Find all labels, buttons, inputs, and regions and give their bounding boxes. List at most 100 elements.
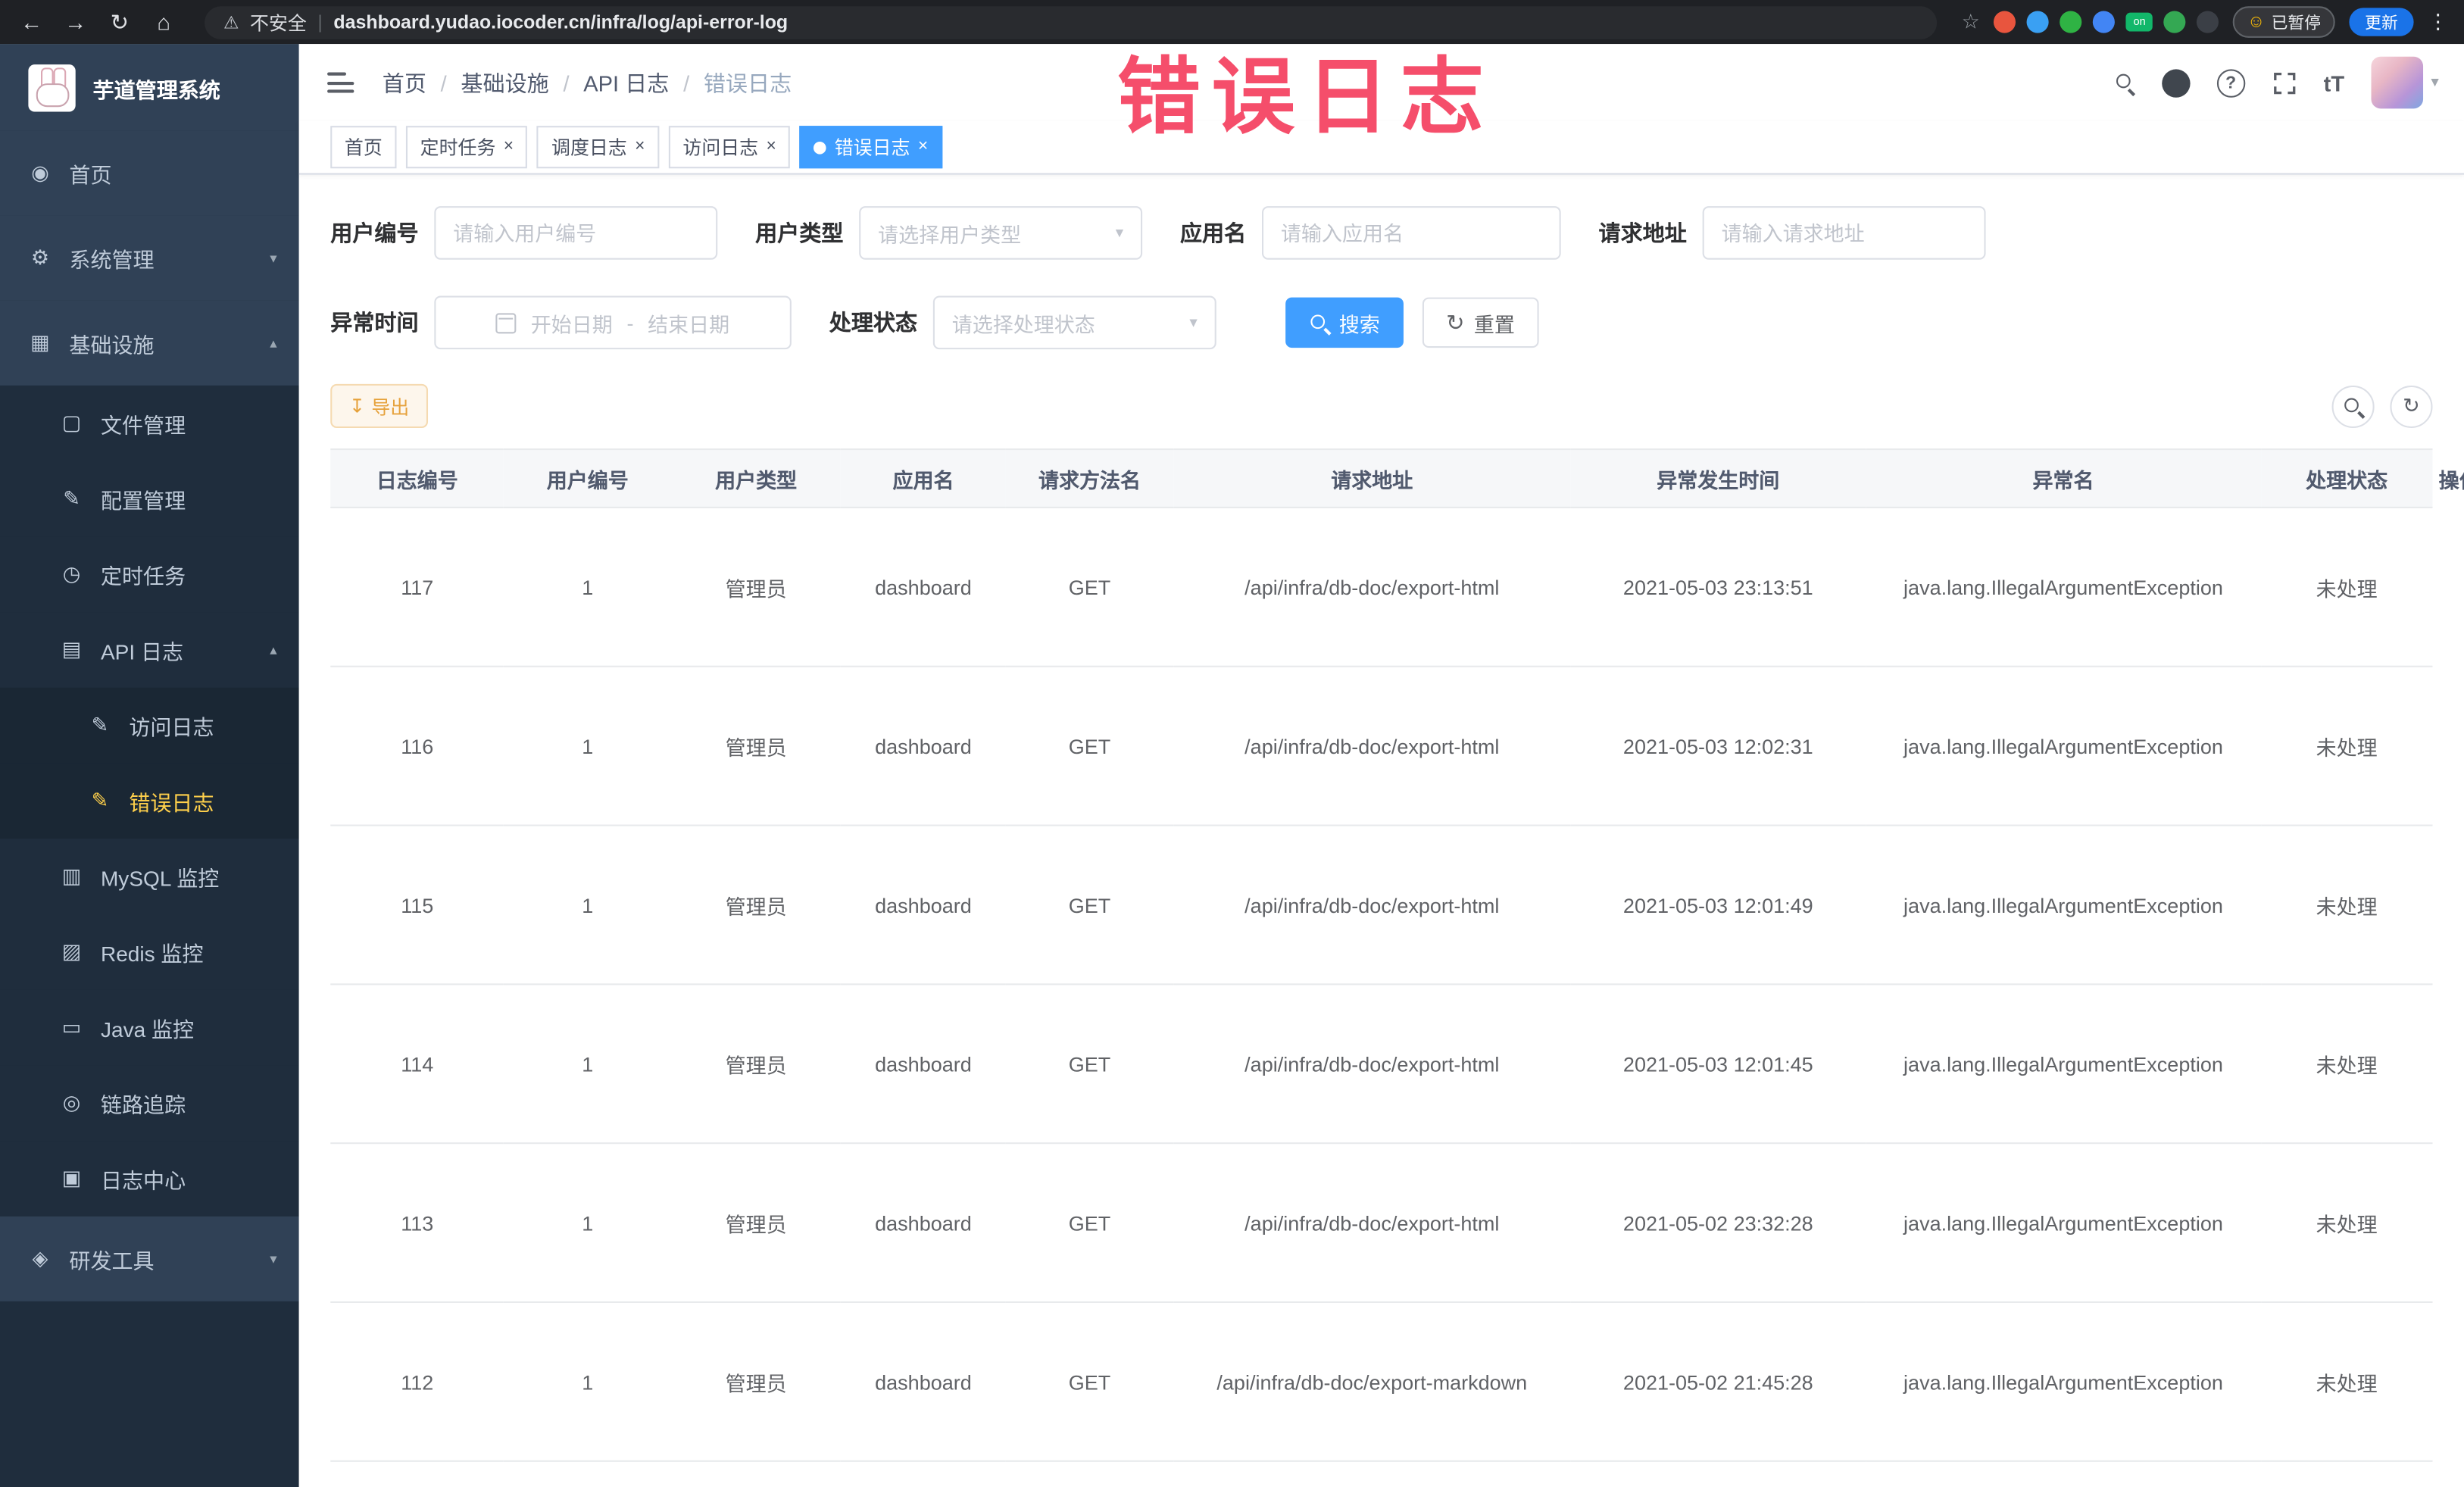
- extension-icon-6[interactable]: [2163, 11, 2186, 33]
- sidebar-item-mysql[interactable]: ▥ MySQL 监控: [0, 839, 299, 914]
- app-name-input-field[interactable]: [1280, 220, 1542, 245]
- user-avatar[interactable]: ▾: [2371, 56, 2439, 109]
- user-type-select[interactable]: 请选择用户类型 ▾: [859, 206, 1143, 260]
- extension-icon-2[interactable]: [2027, 11, 2050, 33]
- bookmark-star-icon[interactable]: ☆: [1962, 9, 1980, 34]
- tab-label: 错误日志: [834, 136, 910, 159]
- cell-user_id: 1: [504, 1143, 672, 1304]
- cell-log_id: 112: [330, 1301, 504, 1462]
- sidebar-item-job[interactable]: ◷ 定时任务: [0, 536, 299, 613]
- process-status-select[interactable]: 请选择处理状态 ▾: [932, 295, 1216, 350]
- chevron-down-icon: ▾: [1189, 314, 1198, 332]
- process-status-placeholder: 请选择处理状态: [951, 312, 1095, 336]
- hamburger-icon[interactable]: [324, 66, 358, 99]
- extension-icon-4[interactable]: [2093, 11, 2116, 33]
- request-url-input-field[interactable]: [1721, 220, 1967, 245]
- exception-time-range-picker[interactable]: 开始日期 - 结束日期: [434, 295, 792, 350]
- browser-menu-icon[interactable]: ⋮: [2428, 9, 2448, 34]
- github-icon[interactable]: [2161, 68, 2191, 97]
- refresh-table-button[interactable]: ↻: [2390, 384, 2433, 427]
- help-icon[interactable]: ?: [2216, 68, 2245, 97]
- close-icon[interactable]: ×: [767, 138, 776, 156]
- page-content: 用户编号 用户类型 请选择用户类型 ▾ 应用名: [299, 175, 2464, 1487]
- table-row: 114 1 管理员 dashboard GET/api/infra/db-doc/exp…: [330, 984, 2433, 1145]
- extension-icon-7[interactable]: [2197, 11, 2219, 33]
- api-log-icon: ▤: [61, 637, 82, 661]
- sidebar-item-redis[interactable]: ▨ Redis 监控: [0, 914, 299, 990]
- cell-log_id: 114: [330, 984, 504, 1145]
- user-id-input-field[interactable]: [453, 220, 699, 245]
- sidebar-item-config[interactable]: ✎ 配置管理: [0, 461, 299, 537]
- sidebar-item-file[interactable]: ▢ 文件管理: [0, 385, 299, 461]
- search-button[interactable]: 搜索: [1285, 297, 1404, 348]
- sidebar-item-label: Redis 监控: [100, 942, 204, 967]
- browser-home-icon[interactable]: ⌂: [148, 9, 180, 34]
- breadcrumb-item[interactable]: 基础设施: [461, 67, 548, 98]
- fullscreen-icon[interactable]: [2272, 70, 2297, 95]
- browser-reload-icon[interactable]: ↻: [104, 8, 136, 35]
- breadcrumb-item[interactable]: API 日志: [583, 67, 669, 98]
- filter-user-type: 用户类型 请选择用户类型 ▾: [755, 206, 1143, 260]
- sidebar-item-error-log[interactable]: ✎ 错误日志: [0, 763, 299, 839]
- cell-user_id: 1: [504, 507, 672, 667]
- sidebar-item-api-log[interactable]: ▤ API 日志 ▴: [0, 612, 299, 688]
- app-logo[interactable]: 芋道管理系统: [0, 44, 299, 131]
- refresh-icon: ↻: [1446, 310, 1465, 336]
- close-icon[interactable]: ×: [504, 138, 514, 156]
- reset-button[interactable]: ↻ 重置: [1422, 297, 1539, 348]
- toggle-search-button[interactable]: [2331, 384, 2375, 427]
- cell-method: GET: [1006, 507, 1173, 667]
- search-icon[interactable]: [2114, 73, 2135, 93]
- sidebar-item-devtools[interactable]: ◈ 研发工具 ▾: [0, 1216, 299, 1301]
- tab-error-log[interactable]: 错误日志 ×: [800, 126, 942, 169]
- cell-method: GET: [1006, 825, 1173, 986]
- tab-home[interactable]: 首页: [330, 126, 397, 169]
- error-log-table: 日志编号用户编号用户类型应用名请求方法名请求地址异常发生时间异常名处理状态操作 …: [330, 448, 2464, 1462]
- sidebar-item-home[interactable]: ◉ 首页: [0, 130, 299, 216]
- sidebar-item-java[interactable]: ▭ Java 监控: [0, 989, 299, 1066]
- address-separator: |: [317, 11, 323, 33]
- breadcrumb-item[interactable]: 错误日志: [704, 67, 792, 98]
- app-name-input[interactable]: [1261, 206, 1561, 260]
- font-size-icon[interactable]: tT: [2324, 70, 2344, 95]
- column-header-url: 请求地址: [1173, 448, 1571, 508]
- address-bar[interactable]: ⚠ 不安全 | dashboard.yudao.iocoder.cn/infra…: [205, 5, 1937, 39]
- request-url-input[interactable]: [1702, 206, 1986, 260]
- close-icon[interactable]: ×: [918, 138, 928, 156]
- sidebar-item-label: 访问日志: [129, 716, 214, 740]
- user-id-input[interactable]: [434, 206, 718, 260]
- extension-icon-1[interactable]: [1994, 11, 2016, 33]
- sidebar-menu: ◉ 首页 ⚙ 系统管理 ▾ ▦ 基础设施 ▴ ▢ 文件管理 ✎ 配置管理 ◷ 定时任务 ▤ API 日志 ▴ ✎ 访…: [0, 130, 299, 1487]
- sidebar-item-system[interactable]: ⚙ 系统管理 ▾: [0, 215, 299, 301]
- export-button[interactable]: ↧ 导出: [330, 383, 429, 429]
- page-url[interactable]: dashboard.yudao.iocoder.cn/infra/log/api…: [333, 11, 788, 33]
- cell-user_id: 1: [504, 984, 672, 1145]
- close-icon[interactable]: ×: [635, 138, 645, 156]
- sidebar-item-infra[interactable]: ▦ 基础设施 ▴: [0, 300, 299, 386]
- paused-badge[interactable]: ☺ 已暂停: [2233, 6, 2335, 38]
- sidebar-item-log-center[interactable]: ▣ 日志中心: [0, 1141, 299, 1217]
- sidebar-item-access-log[interactable]: ✎ 访问日志: [0, 687, 299, 764]
- cell-user_id: 1: [504, 666, 672, 826]
- browser-toolbar-right: ☆ on ☺ 已暂停 更新 ⋮: [1962, 6, 2448, 38]
- extension-icon-3[interactable]: [2060, 11, 2082, 33]
- home-icon: ◉: [31, 160, 49, 185]
- column-header-log_id: 日志编号: [330, 448, 504, 508]
- mysql-icon: ▥: [61, 864, 82, 888]
- app-title: 芋道管理系统: [92, 77, 220, 102]
- breadcrumb-item[interactable]: 首页: [383, 67, 426, 98]
- sidebar-item-label: 文件管理: [100, 414, 186, 438]
- gear-icon: ⚙: [30, 245, 50, 270]
- tab-job[interactable]: 定时任务 ×: [405, 126, 528, 169]
- tab-job-log[interactable]: 调度日志 ×: [537, 126, 660, 169]
- browser-back-icon[interactable]: ←: [16, 9, 48, 34]
- calendar-icon: [495, 312, 517, 333]
- filter-request-url: 请求地址: [1599, 206, 1986, 260]
- cell-user_type: 管理员: [671, 984, 841, 1145]
- sidebar-item-trace[interactable]: ◎ 链路追踪: [0, 1065, 299, 1142]
- cell-exception: java.lang.IllegalArgumentException: [1865, 507, 2261, 667]
- tab-access-log[interactable]: 访问日志 ×: [668, 126, 791, 169]
- browser-forward-icon[interactable]: →: [60, 9, 92, 34]
- extension-icon-5[interactable]: on: [2125, 12, 2153, 32]
- update-button[interactable]: 更新: [2349, 8, 2414, 36]
